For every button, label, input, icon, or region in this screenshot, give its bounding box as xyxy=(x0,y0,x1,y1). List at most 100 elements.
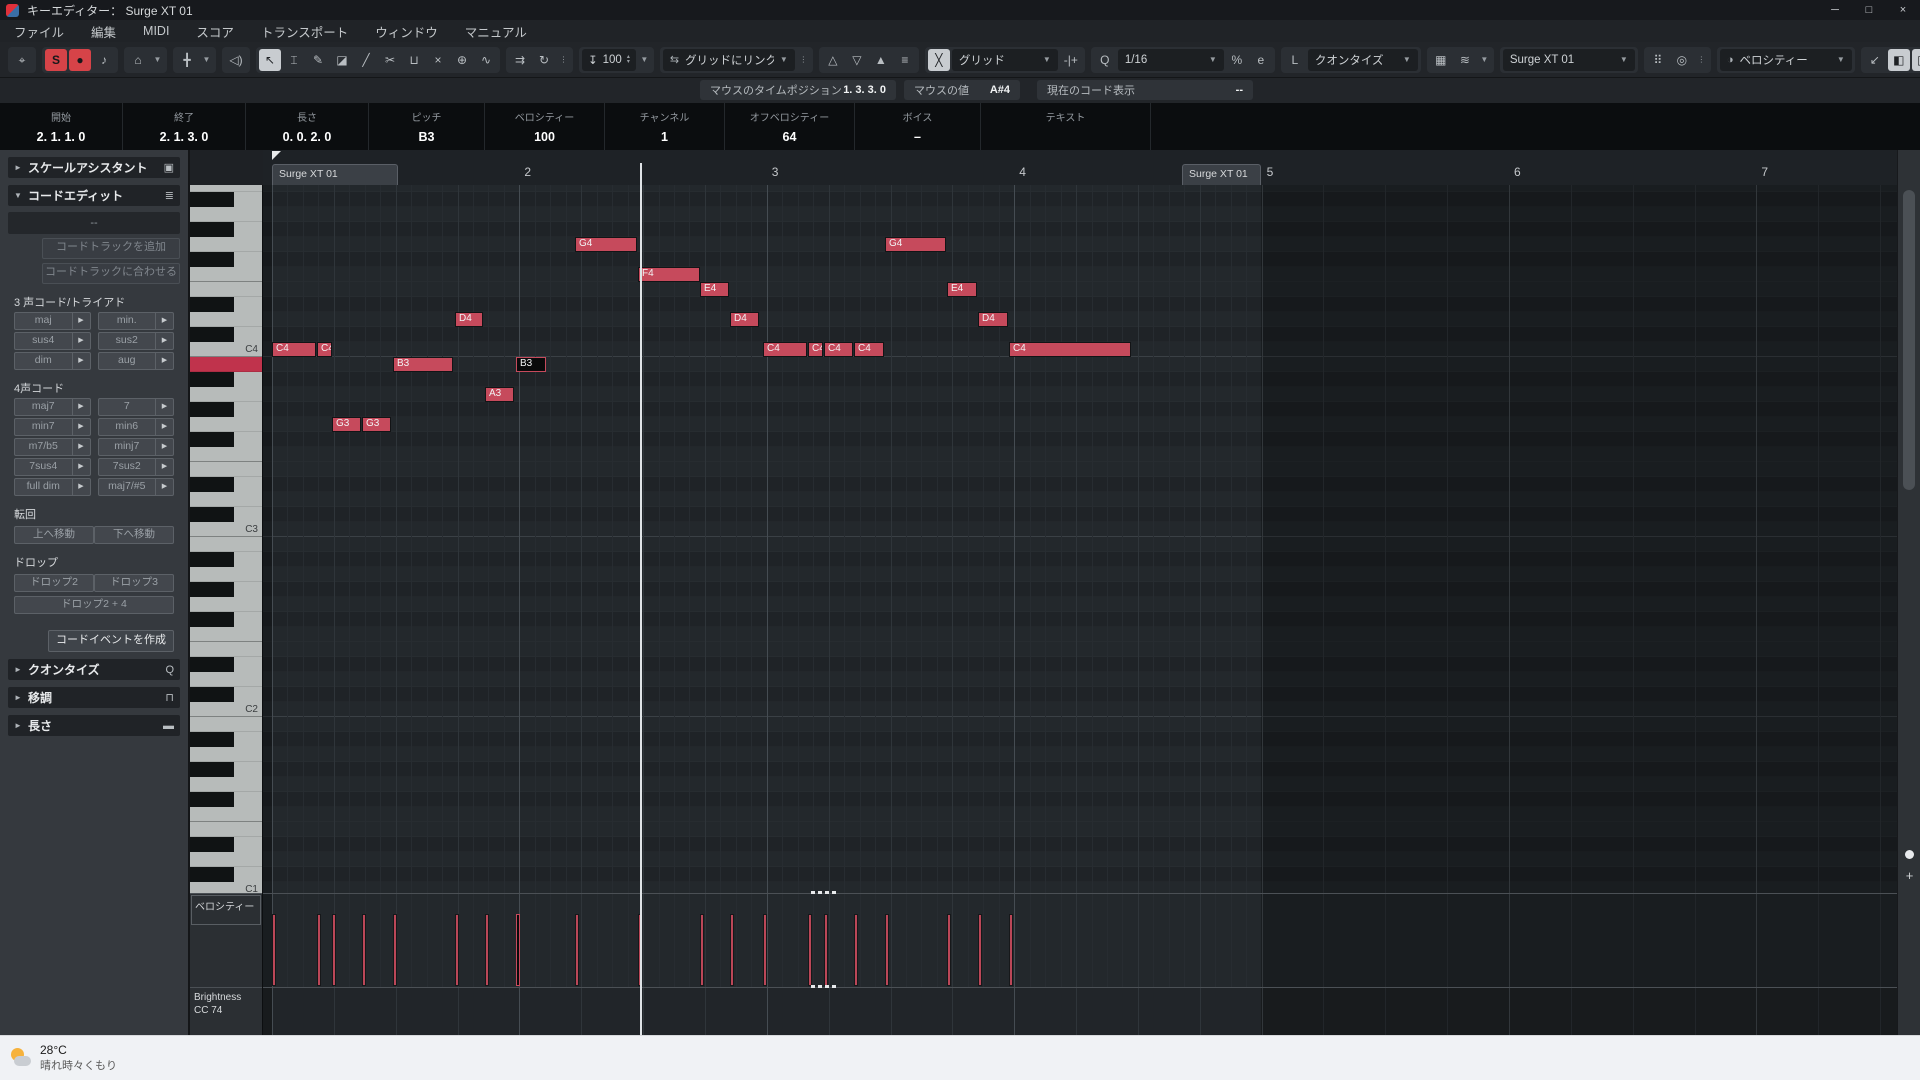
piano-key[interactable] xyxy=(190,582,262,597)
info-cell-開始[interactable]: 開始2. 1. 1. 0 xyxy=(0,103,123,150)
midi-note[interactable]: C4 xyxy=(317,342,332,357)
glue-tool-button[interactable]: ⊔ xyxy=(403,49,425,71)
piano-key[interactable] xyxy=(190,537,262,552)
insert-velocity-icon[interactable]: ⌂ xyxy=(127,49,149,71)
piano-key[interactable] xyxy=(190,822,262,837)
piano-key[interactable] xyxy=(190,327,262,342)
cc-lane[interactable] xyxy=(263,987,1897,1035)
midi-note[interactable]: G3 xyxy=(362,417,391,432)
part-name-tab-start[interactable]: Surge XT 01 xyxy=(272,164,398,185)
midi-note[interactable]: G4 xyxy=(575,237,637,252)
drop-button-ドロップ3[interactable]: ドロップ3 xyxy=(94,574,174,592)
chord-button-maj7[interactable]: maj7▶ xyxy=(14,398,91,416)
midi-note[interactable]: D4 xyxy=(455,312,483,327)
menu-item-ウィンドウ[interactable]: ウィンドウ xyxy=(375,22,438,41)
open-lower-zone-icon[interactable]: ↙ xyxy=(1864,49,1886,71)
chord-button-m7/b5[interactable]: m7/b5▶ xyxy=(14,438,91,456)
chord-arrow-icon[interactable]: ▶ xyxy=(155,399,173,415)
velocity-bar[interactable] xyxy=(332,914,336,986)
piano-key[interactable] xyxy=(190,732,262,747)
iterative-quantize-icon[interactable]: e xyxy=(1250,49,1272,71)
part-name-tab-end[interactable]: Surge XT 01 xyxy=(1182,164,1261,185)
velocity-bar[interactable] xyxy=(516,914,520,986)
create-chord-event-button[interactable]: コードイベントを作成 xyxy=(48,630,174,652)
piano-key[interactable] xyxy=(190,717,262,732)
piano-key[interactable] xyxy=(190,267,262,282)
piano-key[interactable] xyxy=(190,657,262,672)
independent-loop-dropdown[interactable]: ▼ xyxy=(200,49,213,71)
length-quantize-dropdown[interactable]: ▼ xyxy=(638,49,651,71)
velocity-bar[interactable] xyxy=(885,914,889,986)
lane-resize-handle[interactable] xyxy=(811,891,839,894)
chord-arrow-icon[interactable]: ▶ xyxy=(72,439,90,455)
move-up-icon[interactable]: △ xyxy=(822,49,844,71)
acoustic-feedback-icon[interactable]: ♪ xyxy=(93,49,115,71)
chord-button-maj7/#5[interactable]: maj7/#5▶ xyxy=(98,478,175,496)
piano-key[interactable] xyxy=(190,282,262,297)
chord-button-dim[interactable]: dim▶ xyxy=(14,352,91,370)
info-cell-ベロシティー[interactable]: ベロシティー100 xyxy=(485,103,605,150)
piano-key[interactable] xyxy=(190,402,262,417)
menu-item-マニュアル[interactable]: マニュアル xyxy=(465,22,527,41)
split-tool-button[interactable]: ✂ xyxy=(379,49,401,71)
velocity-bar[interactable] xyxy=(978,914,982,986)
menu-item-トランスポート[interactable]: トランスポート xyxy=(261,22,348,41)
menu-item-編集[interactable]: 編集 xyxy=(91,22,116,41)
piano-key[interactable] xyxy=(190,492,262,507)
chord-arrow-icon[interactable]: ▶ xyxy=(155,479,173,495)
right-zone-toggle-icon[interactable]: ◨ xyxy=(1912,49,1920,71)
piano-key[interactable] xyxy=(190,552,262,567)
velocity-bar[interactable] xyxy=(808,914,812,986)
menu-item-スコア[interactable]: スコア xyxy=(196,22,234,41)
snap-icon[interactable]: ╳ xyxy=(928,49,950,71)
piano-key[interactable]: C4 xyxy=(190,342,262,357)
info-cell-チャンネル[interactable]: チャンネル1 xyxy=(605,103,725,150)
piano-key[interactable] xyxy=(190,417,262,432)
chord-arrow-icon[interactable]: ▶ xyxy=(155,459,173,475)
range-tool-button[interactable]: ⌶ xyxy=(283,49,305,71)
quantize-preset-dropdown[interactable]: 1/16▼ xyxy=(1118,49,1224,71)
chord-arrow-icon[interactable]: ▶ xyxy=(155,439,173,455)
chord-button-sus2[interactable]: sus2▶ xyxy=(98,332,175,350)
cc-lane-label[interactable]: Brightness CC 74 xyxy=(190,987,262,1035)
note-expression-icon[interactable]: ▦ xyxy=(1430,49,1452,71)
piano-key[interactable] xyxy=(190,447,262,462)
piano-key[interactable] xyxy=(190,185,262,192)
chord-button-7sus4[interactable]: 7sus4▶ xyxy=(14,458,91,476)
grid-more-icon[interactable]: ⋮ xyxy=(797,49,810,71)
velocity-bar[interactable] xyxy=(763,914,767,986)
step-input-icon[interactable]: ⠿ xyxy=(1647,49,1669,71)
panel-transpose[interactable]: ►移調⊓ xyxy=(8,687,180,708)
autoscroll-more-icon[interactable]: ⋮ xyxy=(557,49,570,71)
velocity-bar[interactable] xyxy=(362,914,366,986)
match-chord-track-button[interactable]: コードトラックに合わせる xyxy=(42,263,180,284)
piano-key[interactable] xyxy=(190,837,262,852)
chord-button-min.[interactable]: min.▶ xyxy=(98,312,175,330)
piano-key[interactable] xyxy=(190,747,262,762)
snap-relative-icon[interactable]: -|+ xyxy=(1060,49,1082,71)
velocity-bar[interactable] xyxy=(455,914,459,986)
piano-key[interactable] xyxy=(190,597,262,612)
chord-arrow-icon[interactable]: ▶ xyxy=(72,353,90,369)
piano-key[interactable] xyxy=(190,852,262,867)
info-cell-長さ[interactable]: 長さ0. 0. 2. 0 xyxy=(246,103,369,150)
chord-button-minj7[interactable]: minj7▶ xyxy=(98,438,175,456)
info-cell-ピッチ[interactable]: ピッチB3 xyxy=(369,103,485,150)
piano-key[interactable] xyxy=(190,627,262,642)
velocity-bar[interactable] xyxy=(854,914,858,986)
pin-editor-icon[interactable]: ⌖ xyxy=(11,49,33,71)
record-in-editor-button[interactable]: ● xyxy=(69,49,91,71)
audition-icon[interactable]: ◁) xyxy=(225,49,247,71)
chord-button-min7[interactable]: min7▶ xyxy=(14,418,91,436)
chord-arrow-icon[interactable]: ▶ xyxy=(72,399,90,415)
swing-icon[interactable]: % xyxy=(1226,49,1248,71)
length-q-icon[interactable]: L xyxy=(1284,49,1306,71)
midi-note[interactable]: A3 xyxy=(485,387,514,402)
loop-icon[interactable]: ↻ xyxy=(533,49,555,71)
spin-down-icon[interactable]: ▾ xyxy=(627,60,630,65)
piano-key[interactable] xyxy=(190,807,262,822)
chord-arrow-icon[interactable]: ▶ xyxy=(155,419,173,435)
panel-length[interactable]: ►長さ▬ xyxy=(8,715,180,736)
info-cell-テキスト[interactable]: テキスト xyxy=(981,103,1151,150)
quantize-mode-dropdown[interactable]: クオンタイズ▼ xyxy=(1308,49,1418,71)
